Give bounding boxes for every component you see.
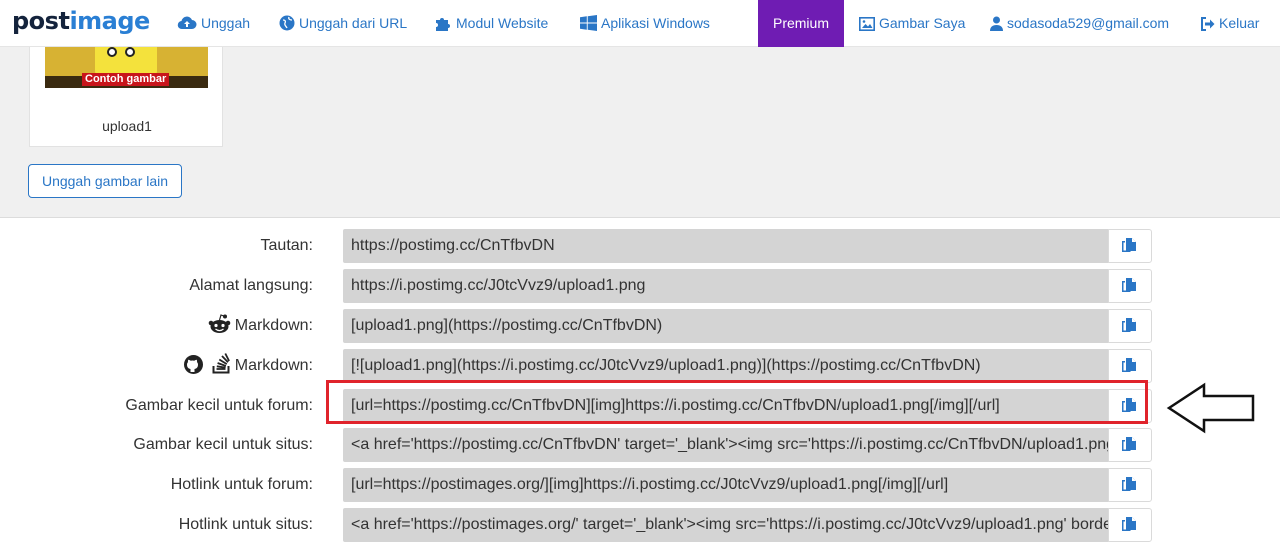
upload-more-button[interactable]: Unggah gambar lain — [28, 164, 182, 198]
logo-text-image: image — [69, 7, 150, 35]
copy-button[interactable] — [1108, 508, 1152, 542]
link-row: Markdown: [![upload1.png](https://i.post… — [0, 349, 1280, 383]
thumbnail-eye — [125, 47, 135, 57]
link-row: Gambar kecil untuk situs: <a href='https… — [0, 428, 1280, 462]
sign-out-icon — [1201, 17, 1215, 31]
reddit-icon — [208, 314, 231, 333]
top-navbar: postimage Unggah Unggah dari URL Modul W… — [0, 0, 1280, 47]
link-label: Tautan: — [260, 237, 313, 254]
link-label: Markdown: — [184, 349, 313, 383]
link-field[interactable]: [url=https://postimages.org/][img]https:… — [343, 468, 1108, 502]
link-label: Hotlink untuk situs: — [178, 516, 313, 533]
stackoverflow-icon — [212, 353, 230, 374]
nav-premium-label: Premium — [772, 15, 829, 31]
copy-button[interactable] — [1108, 468, 1152, 502]
nav-windows-app-label: Aplikasi Windows — [601, 15, 710, 31]
copy-button[interactable] — [1108, 428, 1152, 462]
nav-logout-label: Keluar — [1219, 15, 1260, 31]
nav-website-module[interactable]: Modul Website — [435, 0, 548, 47]
image-icon — [859, 17, 875, 31]
copy-icon — [1122, 358, 1136, 372]
link-field[interactable]: [![upload1.png](https://i.postimg.cc/J0t… — [343, 349, 1108, 383]
nav-premium[interactable]: Premium — [758, 0, 844, 47]
link-label: Markdown: — [208, 309, 313, 343]
github-icon — [184, 355, 204, 374]
link-label: Gambar kecil untuk forum: — [125, 397, 313, 414]
link-row: Hotlink untuk situs: <a href='https://po… — [0, 508, 1280, 542]
nav-upload-url-label: Unggah dari URL — [299, 15, 408, 31]
link-field[interactable]: https://postimg.cc/CnTfbvDN — [343, 229, 1108, 263]
link-field[interactable]: <a href='https://postimages.org/' target… — [343, 508, 1108, 542]
windows-icon — [580, 15, 597, 31]
nav-account-email: sodasoda529@gmail.com — [1007, 15, 1170, 31]
copy-icon — [1122, 238, 1136, 252]
user-icon — [990, 16, 1003, 31]
link-label: Gambar kecil untuk situs: — [133, 436, 313, 453]
copy-icon — [1122, 437, 1136, 451]
left-arrow-icon — [1166, 382, 1255, 434]
globe-icon — [279, 15, 295, 31]
link-label: Alamat langsung: — [189, 277, 313, 294]
link-field[interactable]: <a href='https://postimg.cc/CnTfbvDN' ta… — [343, 428, 1108, 462]
image-card[interactable]: Contoh gambar upload1 — [29, 47, 223, 147]
copy-icon — [1122, 517, 1136, 531]
logo-text-post: post — [12, 7, 70, 35]
nav-website-module-label: Modul Website — [456, 15, 549, 31]
nav-upload[interactable]: Unggah — [177, 0, 250, 47]
link-row: Alamat langsung: https://i.postimg.cc/J0… — [0, 269, 1280, 303]
copy-button[interactable] — [1108, 269, 1152, 303]
nav-upload-url[interactable]: Unggah dari URL — [279, 0, 407, 47]
link-field[interactable]: [upload1.png](https://postimg.cc/CnTfbvD… — [343, 309, 1108, 343]
nav-my-images[interactable]: Gambar Saya — [859, 0, 965, 47]
copy-button[interactable] — [1108, 349, 1152, 383]
link-field[interactable]: https://i.postimg.cc/J0tcVvz9/upload1.pn… — [343, 269, 1108, 303]
link-row: Hotlink untuk forum: [url=https://postim… — [0, 468, 1280, 502]
nav-logout[interactable]: Keluar — [1200, 0, 1259, 47]
thumbnail-caption: Contoh gambar — [82, 73, 170, 86]
copy-icon — [1122, 278, 1136, 292]
cloud-upload-icon — [177, 16, 197, 30]
upload-result-area: Contoh gambar upload1 Unggah gambar lain — [0, 47, 1280, 218]
image-thumbnail[interactable]: Contoh gambar — [45, 47, 208, 88]
image-name: upload1 — [102, 118, 152, 134]
link-row: Tautan: https://postimg.cc/CnTfbvDN — [0, 229, 1280, 263]
nav-windows-app[interactable]: Aplikasi Windows — [580, 0, 710, 47]
copy-button[interactable] — [1108, 229, 1152, 263]
nav-upload-label: Unggah — [201, 15, 251, 31]
nav-my-images-label: Gambar Saya — [879, 15, 966, 31]
link-label-text: Markdown: — [234, 317, 313, 334]
puzzle-icon — [436, 18, 450, 31]
link-row: Markdown: [upload1.png](https://postimg.… — [0, 309, 1280, 343]
thumbnail-eye — [107, 47, 117, 57]
link-label-text: Markdown: — [234, 357, 313, 374]
copy-button[interactable] — [1108, 309, 1152, 343]
highlight-box — [326, 380, 1148, 424]
postimage-logo[interactable]: postimage — [12, 7, 150, 35]
copy-icon — [1122, 477, 1136, 491]
nav-account[interactable]: sodasoda529@gmail.com — [990, 0, 1169, 47]
copy-icon — [1122, 318, 1136, 332]
link-label: Hotlink untuk forum: — [170, 476, 313, 493]
